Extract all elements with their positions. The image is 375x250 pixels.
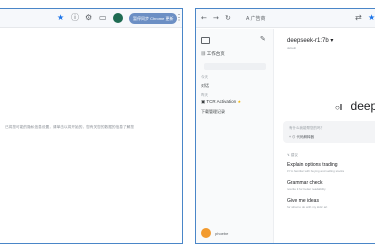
sidebar-item-conversation[interactable]: 对话 bbox=[201, 83, 209, 89]
search-input[interactable] bbox=[204, 63, 266, 70]
translate-icon[interactable]: ⇄ bbox=[355, 13, 362, 23]
section-label-yesterday: 昨天 bbox=[201, 93, 208, 97]
menu-dots-icon[interactable]: ⋮ bbox=[175, 13, 182, 23]
brand-logo-icon: ○I bbox=[335, 103, 343, 112]
chat-main: deepseek-r1:7b ▾ default ○I deep 有什么我能帮您… bbox=[275, 29, 375, 243]
browser-toolbar: ← → ↻ A 广告商 ⇄ ★ bbox=[196, 9, 375, 28]
new-chat-icon[interactable]: ✎ bbox=[260, 35, 266, 43]
chevron-down-icon: ▾ bbox=[330, 38, 334, 44]
sidebar-logo-icon[interactable] bbox=[201, 37, 210, 44]
brand-name: deep bbox=[350, 99, 375, 113]
forward-icon[interactable]: → bbox=[213, 13, 219, 23]
star-icon[interactable]: ★ bbox=[368, 13, 375, 23]
sidebar: ✎ ▦ 工作台页 今天 对话 昨天 ▣ TCR Activation ★ 下载管… bbox=[196, 29, 274, 243]
info-icon[interactable]: ⓘ bbox=[71, 13, 79, 23]
suggestion-title: Explain options trading bbox=[287, 162, 338, 168]
code-interpreter-toggle[interactable]: + ⊙ 代码解释器 bbox=[289, 135, 314, 140]
browser-toolbar: ★ ⓘ ⚙ ▭ 暂停同步 Chrome 更新 ⋮ bbox=[0, 9, 182, 28]
sidebar-item-workspace[interactable]: ▦ 工作台页 bbox=[201, 51, 225, 57]
browser-window-right: ← → ↻ A 广告商 ⇄ ★ ✎ ▦ 工作台页 今天 对话 昨天 ▣ TCR … bbox=[195, 8, 375, 244]
suggestion-item[interactable]: Explain options trading if I'm familiar … bbox=[287, 162, 344, 173]
suggestions-heading: ↯ 建议 bbox=[287, 153, 298, 157]
user-avatar[interactable] bbox=[201, 228, 211, 238]
chat-input[interactable]: 有什么我能帮您的吗？ bbox=[289, 126, 324, 131]
suggestion-title: Give me ideas bbox=[287, 198, 319, 204]
suggestion-item[interactable]: Grammar check rewrite it for better read… bbox=[287, 180, 326, 191]
puzzle-icon[interactable]: ⚙ bbox=[85, 13, 92, 23]
back-icon[interactable]: ← bbox=[201, 13, 207, 23]
sidebar-item-label: TCR Activation bbox=[206, 99, 237, 104]
user-name[interactable]: phoebe bbox=[215, 231, 228, 236]
brand: ○I deep bbox=[335, 97, 375, 115]
suggestion-desc: for what to do with my kids' art bbox=[287, 205, 328, 209]
notice-text: 已将您可能的隐私信息设置，请单击以将开始的，您有关您的数据的信息了解您 bbox=[5, 125, 135, 129]
profile-avatar-icon[interactable] bbox=[113, 13, 123, 23]
model-selector[interactable]: deepseek-r1:7b ▾ bbox=[287, 37, 333, 44]
sidebar-item-tcr[interactable]: ▣ TCR Activation ★ bbox=[201, 99, 241, 105]
model-title: deepseek-r1:7b bbox=[287, 38, 329, 44]
reload-icon[interactable]: ↻ bbox=[225, 13, 231, 23]
suggestion-desc: if I'm familiar with buying and selling … bbox=[287, 169, 345, 173]
star-icon[interactable]: ★ bbox=[57, 13, 64, 23]
status-pill[interactable]: 暂停同步 Chrome 更新 bbox=[129, 13, 178, 24]
sidebar-item-label: 工作台页 bbox=[206, 51, 225, 56]
suggestion-item[interactable]: Give me ideas for what to do with my kid… bbox=[287, 198, 327, 209]
sidebar-item-downloads[interactable]: 下载管理记录 bbox=[201, 109, 225, 115]
browser-window-left: ★ ⓘ ⚙ ▭ 暂停同步 Chrome 更新 ⋮ 已将您可能的隐私信息设置，请单… bbox=[0, 8, 183, 244]
url-text[interactable]: A 广告商 bbox=[246, 15, 265, 22]
star-icon: ★ bbox=[237, 99, 242, 104]
sidebar-icon[interactable]: ▭ bbox=[99, 13, 107, 23]
section-label-today: 今天 bbox=[201, 75, 208, 79]
model-subtitle: default bbox=[287, 46, 297, 50]
chat-input-box[interactable]: 有什么我能帮您的吗？ + ⊙ 代码解释器 bbox=[283, 121, 375, 143]
suggestion-desc: rewrite it for better readability bbox=[287, 187, 326, 191]
suggestion-title: Grammar check bbox=[287, 180, 323, 186]
